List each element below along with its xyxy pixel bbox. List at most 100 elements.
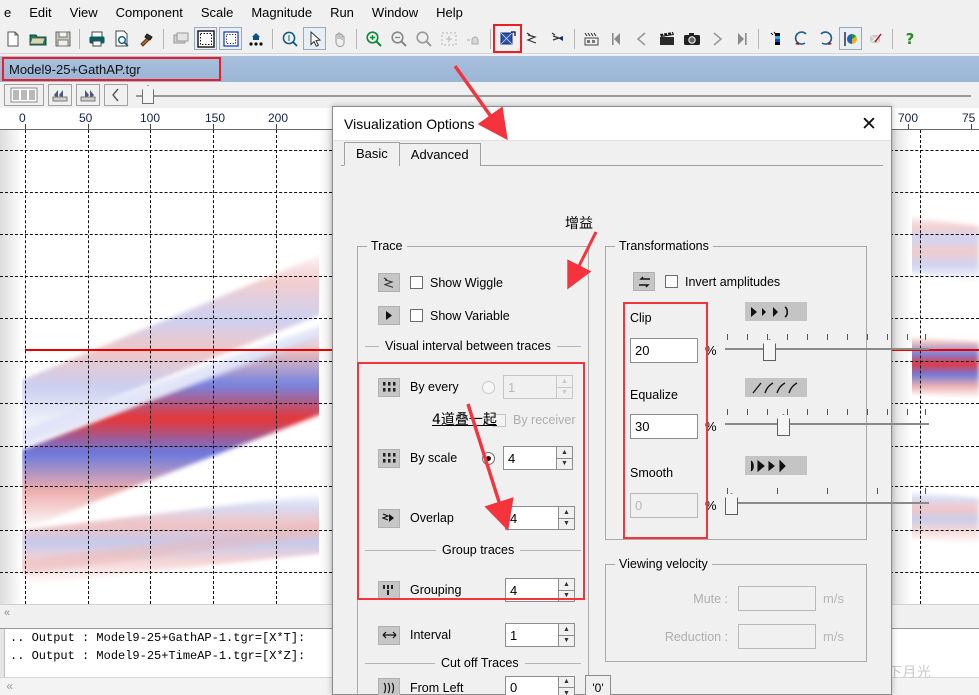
smooth-slider-handle[interactable]: [725, 493, 738, 515]
show-variable-checkbox[interactable]: [410, 309, 423, 322]
by-every-input[interactable]: [503, 375, 556, 399]
pan-hand-icon[interactable]: [328, 27, 351, 50]
spin-up-icon[interactable]: ▲: [558, 506, 575, 519]
rotate-right-icon[interactable]: [814, 27, 837, 50]
equalize-slider-handle[interactable]: [777, 414, 790, 436]
print-preview-icon[interactable]: [110, 27, 133, 50]
close-icon[interactable]: ✕: [847, 107, 891, 140]
reduction-row[interactable]: Reduction : m/s: [629, 624, 844, 649]
smooth-input[interactable]: [630, 493, 698, 518]
clip-slider[interactable]: [725, 334, 929, 361]
horizontal-position-slider[interactable]: [136, 84, 979, 106]
open-folder-icon[interactable]: [26, 27, 49, 50]
seismic-display-right[interactable]: [890, 130, 979, 604]
menu-item-scale[interactable]: Scale: [192, 2, 243, 23]
log-scroll-left-glyph[interactable]: «: [6, 680, 13, 694]
by-every-row[interactable]: By every ▲ ▼: [378, 375, 573, 399]
colorbar-icon[interactable]: [764, 27, 787, 50]
equalize-input-row[interactable]: %: [630, 414, 717, 439]
print-icon[interactable]: [85, 27, 108, 50]
help-question-icon[interactable]: ?: [898, 27, 921, 50]
spin-up-icon[interactable]: ▲: [558, 578, 575, 591]
document-title-bar[interactable]: Model9-25+GathAP.tgr: [0, 56, 979, 82]
panel-columns-icon[interactable]: [4, 84, 44, 106]
grouping-row[interactable]: Grouping ▲ ▼: [378, 578, 575, 602]
mute-row[interactable]: Mute : m/s: [629, 586, 844, 611]
grouping-input[interactable]: [505, 578, 558, 602]
menu-item-component[interactable]: Component: [107, 2, 192, 23]
lock-icon[interactable]: [462, 27, 485, 50]
menu-item-help[interactable]: Help: [427, 2, 472, 23]
hammer-tool-icon[interactable]: [135, 27, 158, 50]
wiggle-trace-icon[interactable]: [521, 27, 544, 50]
menu-item-file[interactable]: e: [2, 2, 20, 23]
first-frame-icon[interactable]: [605, 27, 628, 50]
zoom-out-icon[interactable]: [387, 27, 410, 50]
equalize-input[interactable]: [630, 414, 698, 439]
prev-frame-icon[interactable]: [630, 27, 653, 50]
overlap-input[interactable]: [505, 506, 558, 530]
scroll-traces-left-icon[interactable]: [48, 84, 72, 106]
layers-icon[interactable]: [169, 27, 192, 50]
spin-down-icon[interactable]: ▼: [558, 590, 575, 602]
menu-item-window[interactable]: Window: [363, 2, 427, 23]
colorize-icon[interactable]: [864, 27, 887, 50]
by-scale-row[interactable]: By scale ▲ ▼: [378, 446, 573, 470]
spin-down-icon[interactable]: ▼: [558, 518, 575, 530]
rotate-left-icon[interactable]: [789, 27, 812, 50]
tab-basic[interactable]: Basic: [344, 142, 400, 166]
visualization-options-icon[interactable]: [493, 24, 522, 53]
seismic-display-left[interactable]: [0, 130, 337, 604]
equalize-slider[interactable]: [725, 409, 929, 436]
scroll-left-glyph[interactable]: «: [4, 607, 10, 619]
variable-area-icon[interactable]: [546, 27, 569, 50]
smooth-slider[interactable]: [725, 488, 929, 515]
spin-down-icon[interactable]: ▼: [556, 458, 573, 470]
from-left-row[interactable]: From Left ▲ ▼ '0': [378, 675, 611, 695]
spin-down-icon[interactable]: ▼: [556, 387, 573, 399]
spin-up-icon[interactable]: ▲: [556, 375, 573, 388]
menu-item-magnitude[interactable]: Magnitude: [242, 2, 321, 23]
zoom-in-icon[interactable]: [362, 27, 385, 50]
step-back-icon[interactable]: [104, 84, 128, 106]
save-disk-icon[interactable]: [51, 27, 74, 50]
menu-item-view[interactable]: View: [61, 2, 107, 23]
invert-amplitudes-row[interactable]: Invert amplitudes: [633, 272, 780, 291]
interval-spinner[interactable]: ▲ ▼: [505, 623, 575, 647]
reduction-input[interactable]: [738, 624, 817, 649]
smooth-input-row[interactable]: %: [630, 493, 717, 518]
new-file-icon[interactable]: [1, 27, 24, 50]
by-scale-radio[interactable]: [482, 451, 495, 465]
from-left-reset-button[interactable]: '0': [585, 675, 611, 695]
horizontal-scrollbar-left[interactable]: «: [0, 604, 337, 620]
points-display-icon[interactable]: [244, 27, 267, 50]
dialog-title-bar[interactable]: Visualization Options ✕: [333, 107, 891, 141]
pointer-arrow-icon[interactable]: [303, 27, 326, 50]
by-scale-input[interactable]: [503, 446, 556, 470]
horizontal-scrollbar-right[interactable]: [890, 604, 979, 620]
menu-item-edit[interactable]: Edit: [20, 2, 60, 23]
last-frame-icon[interactable]: [730, 27, 753, 50]
clip-input-row[interactable]: %: [630, 338, 717, 363]
clip-slider-handle[interactable]: [763, 339, 776, 361]
show-wiggle-checkbox[interactable]: [410, 276, 423, 289]
grid-display-icon[interactable]: [194, 27, 217, 50]
camera-snapshot-icon[interactable]: [680, 27, 703, 50]
grouping-spinner[interactable]: ▲ ▼: [505, 578, 575, 602]
clip-input[interactable]: [630, 338, 698, 363]
from-left-input[interactable]: [505, 675, 558, 695]
scroll-traces-right-icon[interactable]: [76, 84, 100, 106]
by-every-radio[interactable]: [482, 380, 495, 394]
show-wiggle-row[interactable]: Show Wiggle: [378, 273, 503, 292]
show-variable-row[interactable]: Show Variable: [378, 306, 510, 325]
slider-handle[interactable]: [142, 85, 154, 104]
overlap-spinner[interactable]: ▲ ▼: [505, 506, 575, 530]
spin-down-icon[interactable]: ▼: [558, 688, 575, 695]
zoom-reset-icon[interactable]: [412, 27, 435, 50]
menu-item-run[interactable]: Run: [321, 2, 363, 23]
invert-amplitudes-checkbox[interactable]: [665, 275, 678, 288]
spin-down-icon[interactable]: ▼: [558, 635, 575, 647]
mute-input[interactable]: [738, 586, 817, 611]
spin-up-icon[interactable]: ▲: [558, 623, 575, 636]
by-receiver-row[interactable]: By receiver: [493, 413, 576, 427]
